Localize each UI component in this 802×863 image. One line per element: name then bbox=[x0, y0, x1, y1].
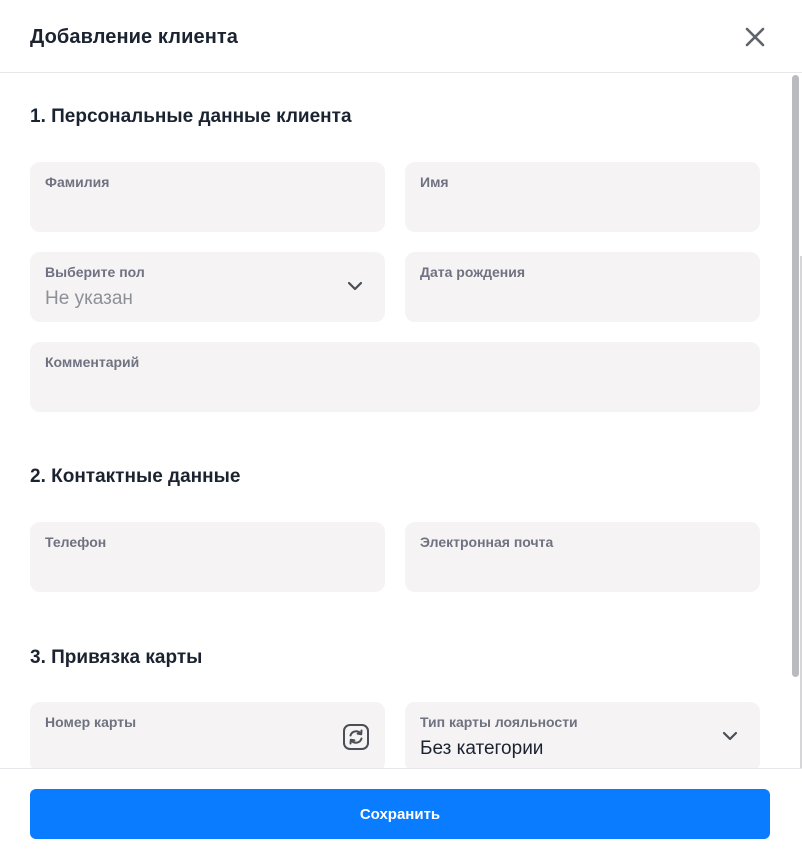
section-title-personal: 1. Персональные данные клиента bbox=[30, 106, 352, 127]
card-number-field[interactable]: Номер карты bbox=[30, 702, 385, 768]
loyalty-card-type-label: Тип карты лояльности bbox=[420, 714, 578, 730]
email-field[interactable]: Электронная почта bbox=[405, 522, 760, 592]
first-name-field[interactable]: Имя bbox=[405, 162, 760, 232]
email-label: Электронная почта bbox=[420, 534, 554, 550]
add-client-modal: Добавление клиента 1. Персональные данны… bbox=[0, 0, 802, 863]
loyalty-card-type-select[interactable]: Тип карты лояльности Без категории bbox=[405, 702, 760, 768]
modal-title: Добавление клиента bbox=[30, 26, 239, 48]
comment-field[interactable]: Комментарий bbox=[30, 342, 760, 412]
birth-date-label: Дата рождения bbox=[420, 264, 526, 280]
phone-field[interactable]: Телефон bbox=[30, 522, 385, 592]
loyalty-card-type-value: Без категории bbox=[420, 738, 544, 759]
refresh-icon[interactable] bbox=[342, 723, 370, 751]
close-icon bbox=[745, 27, 765, 47]
modal-footer: Сохранить bbox=[0, 768, 802, 863]
section-title-contacts: 2. Контактные данные bbox=[30, 466, 241, 487]
last-name-label: Фамилия bbox=[45, 174, 110, 190]
first-name-label: Имя bbox=[420, 174, 449, 190]
gender-select[interactable]: Выберите пол Не указан bbox=[30, 252, 385, 322]
phone-label: Телефон bbox=[45, 534, 107, 550]
chevron-down-icon bbox=[722, 731, 738, 741]
scrollbar-thumb[interactable] bbox=[792, 75, 799, 677]
gender-label: Выберите пол bbox=[45, 264, 145, 280]
save-button[interactable]: Сохранить bbox=[30, 789, 770, 839]
modal-body[interactable]: 1. Персональные данные клиента Фамилия И… bbox=[0, 73, 790, 768]
close-button[interactable] bbox=[740, 22, 770, 52]
birth-date-field[interactable]: Дата рождения bbox=[405, 252, 760, 322]
comment-label: Комментарий bbox=[45, 354, 140, 370]
gender-value: Не указан bbox=[45, 288, 133, 309]
modal-header: Добавление клиента bbox=[0, 0, 802, 73]
card-number-label: Номер карты bbox=[45, 714, 137, 730]
section-title-card: 3. Привязка карты bbox=[30, 647, 203, 668]
last-name-field[interactable]: Фамилия bbox=[30, 162, 385, 232]
chevron-down-icon bbox=[347, 281, 363, 291]
